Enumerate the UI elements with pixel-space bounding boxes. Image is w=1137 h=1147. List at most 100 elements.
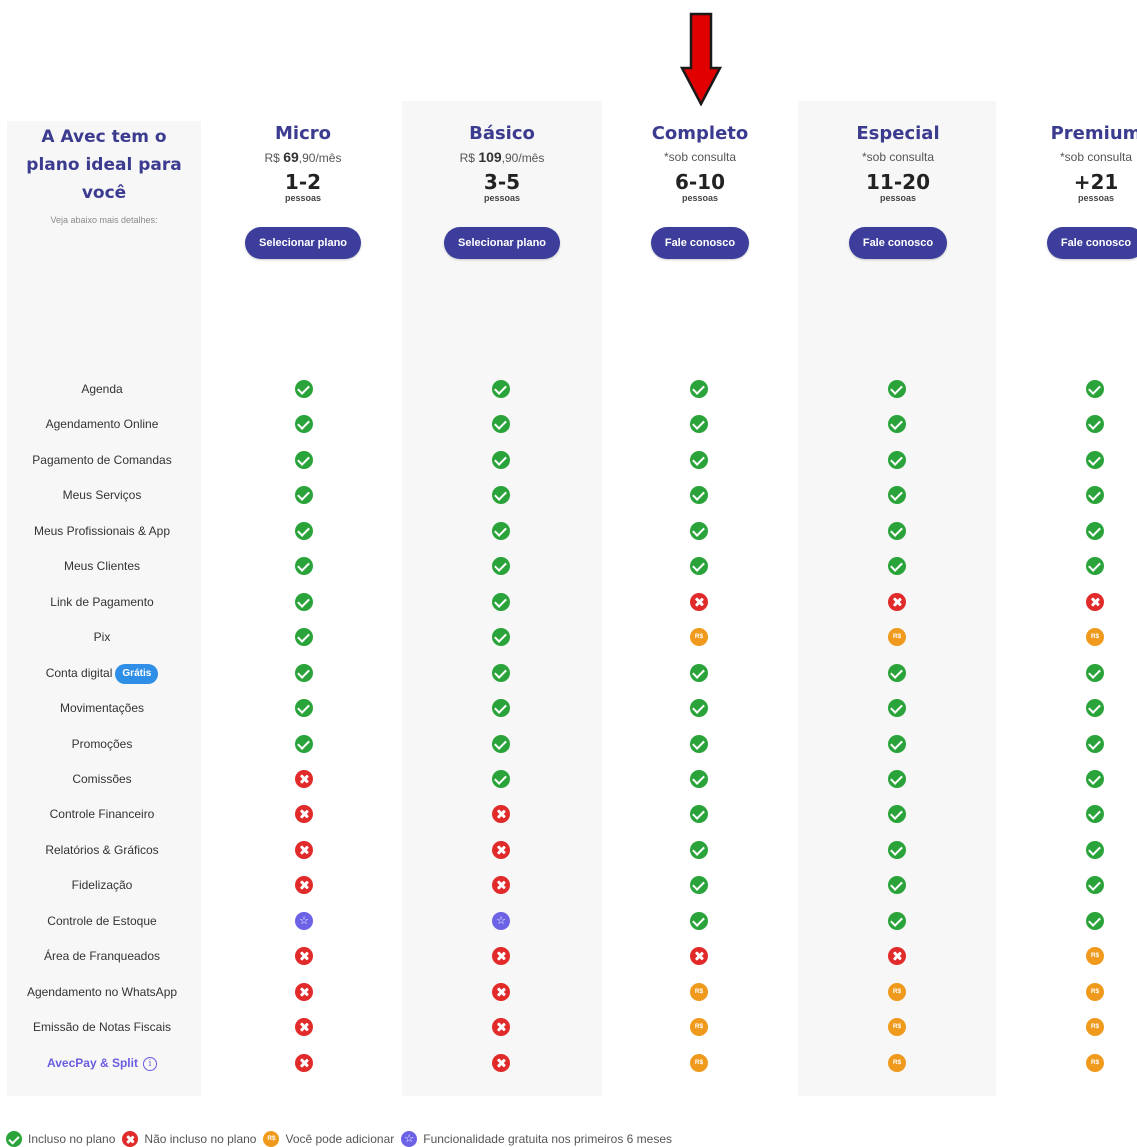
check-circle-icon (888, 557, 906, 575)
check-circle-icon (690, 912, 708, 930)
check-circle-icon (888, 415, 906, 433)
check-circle-icon (1086, 380, 1104, 398)
contact-us-button[interactable]: Fale conosco (848, 227, 948, 259)
check-circle-icon (295, 557, 313, 575)
check-circle-icon (295, 451, 313, 469)
x-circle-icon (492, 805, 510, 823)
check-circle-icon (888, 451, 906, 469)
add-on-icon (1086, 1054, 1104, 1072)
feature-name: Fidelização (71, 878, 133, 892)
x-circle-icon (492, 947, 510, 965)
check-circle-icon (888, 699, 906, 717)
check-circle-icon (6, 1131, 22, 1147)
check-circle-icon (1086, 841, 1104, 859)
plan-people-unit: pessoas (1077, 193, 1115, 203)
feature-label-pagamento-de-comandas: Pagamento de Comandas (7, 450, 197, 470)
check-circle-icon (690, 876, 708, 894)
feature-name: Emissão de Notas Fiscais (32, 1020, 172, 1034)
check-circle-icon (1086, 699, 1104, 717)
feature-label-avecpay-and-split[interactable]: AvecPay & Split i (7, 1053, 197, 1073)
check-circle-icon (690, 841, 708, 859)
x-circle-icon (492, 1018, 510, 1036)
x-circle-icon (1086, 593, 1104, 611)
check-circle-icon (888, 735, 906, 753)
check-circle-icon (888, 876, 906, 894)
price-currency: R$ (264, 151, 280, 165)
check-circle-icon (1086, 451, 1104, 469)
plan-people-unit: pessoas (284, 193, 322, 203)
check-circle-icon (492, 593, 510, 611)
price-suffix: ,90/mês (501, 151, 545, 165)
check-circle-icon (295, 486, 313, 504)
info-icon[interactable]: i (142, 1056, 157, 1071)
feature-label-meus-profissionais-and-app: Meus Profissionais & App (7, 521, 197, 541)
feature-name: Promoções (71, 737, 133, 751)
free-badge: Grátis (115, 663, 159, 684)
check-circle-icon (690, 699, 708, 717)
plan-people-unit: pessoas (879, 193, 917, 203)
intro-title-line: você (81, 183, 127, 203)
plan-price: R$ 109,90/mês (402, 149, 602, 165)
add-on-icon (888, 983, 906, 1001)
plan-micro: Micro R$ 69,90/mês 1-2 pessoas Seleciona… (203, 121, 403, 259)
check-circle-icon (492, 699, 510, 717)
check-circle-icon (1086, 770, 1104, 788)
check-circle-icon (295, 664, 313, 682)
x-circle-icon (295, 805, 313, 823)
x-circle-icon (295, 841, 313, 859)
x-circle-icon (492, 841, 510, 859)
feature-label-controle-financeiro: Controle Financeiro (7, 804, 197, 824)
check-circle-icon (888, 805, 906, 823)
check-circle-icon (1086, 735, 1104, 753)
plan-people-count: +21 (1073, 170, 1119, 194)
x-circle-icon (295, 947, 313, 965)
contact-us-button[interactable]: Fale conosco (650, 227, 750, 259)
feature-name: Agendamento no WhatsApp (26, 985, 178, 999)
legend-item: Não incluso no plano (122, 1131, 256, 1147)
check-circle-icon (888, 522, 906, 540)
add-on-icon (263, 1131, 280, 1147)
x-circle-icon (492, 983, 510, 1001)
select-plan-button[interactable]: Selecionar plano (443, 227, 561, 259)
feature-label-movimentacoes: Movimentações (7, 698, 197, 718)
add-on-icon (690, 628, 708, 646)
check-circle-icon (690, 805, 708, 823)
select-plan-button[interactable]: Selecionar plano (244, 227, 362, 259)
feature-name: Pix (93, 630, 111, 644)
x-circle-icon (295, 983, 313, 1001)
check-circle-icon (690, 735, 708, 753)
feature-name: Meus Clientes (63, 559, 141, 573)
legend-item: Incluso no plano (6, 1131, 115, 1147)
contact-us-button[interactable]: Fale conosco (1046, 227, 1137, 259)
check-circle-icon (492, 486, 510, 504)
plan-people-count: 1-2 (284, 170, 322, 194)
x-circle-icon (690, 593, 708, 611)
feature-name: Meus Serviços (62, 488, 142, 502)
plan-consult-note: *sob consulta (1059, 150, 1133, 164)
plan-consult-note: *sob consulta (861, 150, 935, 164)
check-circle-icon (1086, 522, 1104, 540)
plan-name: Especial (856, 123, 940, 144)
check-circle-icon (492, 522, 510, 540)
check-circle-icon (295, 699, 313, 717)
x-circle-icon (888, 593, 906, 611)
add-on-icon (888, 1054, 906, 1072)
add-on-icon (1086, 983, 1104, 1001)
add-on-icon (888, 1018, 906, 1036)
check-circle-icon (690, 664, 708, 682)
check-circle-icon (295, 628, 313, 646)
x-circle-icon (295, 770, 313, 788)
feature-name[interactable]: AvecPay & Split (47, 1056, 138, 1070)
check-circle-icon (690, 770, 708, 788)
feature-name: Comissões (72, 772, 132, 786)
plan-name: Básico (469, 123, 535, 144)
check-circle-icon (888, 770, 906, 788)
check-circle-icon (690, 557, 708, 575)
plan-people-unit: pessoas (483, 193, 521, 203)
feature-label-promocoes: Promoções (7, 734, 197, 754)
check-circle-icon (690, 415, 708, 433)
intro-subtitle: Veja abaixo mais detalhes: (50, 215, 158, 225)
feature-name: Área de Franqueados (43, 949, 161, 963)
feature-name: Relatórios & Gráficos (45, 843, 159, 857)
add-on-icon (1086, 1018, 1104, 1036)
